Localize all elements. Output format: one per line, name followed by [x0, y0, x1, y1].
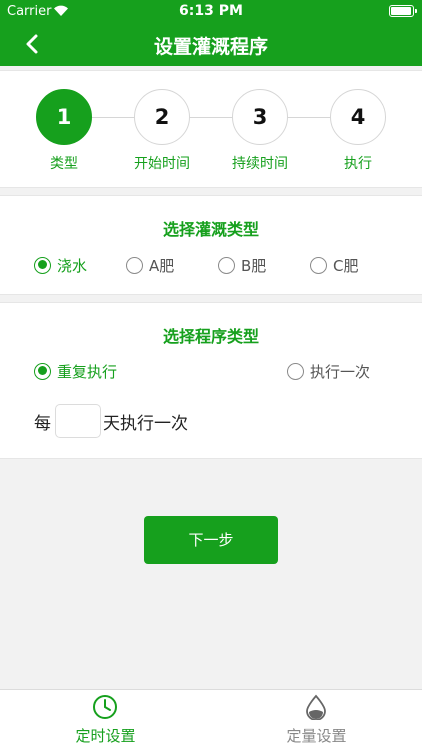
step-indicator: 1 类型 2 开始时间 3 持续时间 4 执行 [0, 70, 422, 188]
step-number: 1 [36, 89, 92, 145]
irrigation-type-title: 选择灌溉类型 [162, 220, 259, 239]
interval-prefix: 每 [34, 413, 51, 434]
option-label: A肥 [149, 256, 175, 275]
tab-quantity-settings[interactable]: 定量设置 [211, 690, 422, 750]
radio-icon [34, 256, 51, 274]
radio-icon [126, 256, 143, 274]
option-label: 浇水 [57, 256, 88, 275]
tab-bar: 定时设置 定量设置 [0, 689, 422, 750]
battery-level [391, 7, 411, 15]
water-drop-icon [306, 694, 326, 720]
program-option-repeat[interactable]: 重复执行 [34, 360, 117, 382]
irrigation-option-c[interactable]: C肥 [310, 254, 358, 276]
irrigation-option-water[interactable]: 浇水 [34, 254, 87, 276]
program-option-once[interactable]: 执行一次 [287, 360, 370, 382]
option-label: 执行一次 [310, 362, 371, 381]
option-label: 重复执行 [57, 362, 118, 381]
program-type-title: 选择程序类型 [162, 327, 259, 346]
step-label: 开始时间 [134, 156, 190, 172]
irrigation-option-b[interactable]: B肥 [218, 254, 266, 276]
navigation-bar: 设置灌溉程序 [0, 22, 422, 66]
radio-icon [287, 362, 304, 380]
radio-icon [310, 256, 327, 274]
tab-timed-settings[interactable]: 定时设置 [0, 690, 211, 750]
page-title: 设置灌溉程序 [153, 36, 268, 58]
step-3: 3 持续时间 [215, 89, 305, 173]
step-4: 4 执行 [313, 89, 403, 173]
option-label: C肥 [333, 256, 359, 275]
step-number: 4 [330, 89, 386, 145]
step-label: 类型 [50, 156, 78, 172]
step-number: 3 [232, 89, 288, 145]
step-label: 持续时间 [232, 156, 288, 172]
interval-days-input[interactable] [55, 404, 101, 438]
irrigation-type-card: 选择灌溉类型 浇水 A肥 B肥 C肥 [0, 195, 422, 295]
step-2: 2 开始时间 [117, 89, 207, 173]
option-label: B肥 [241, 256, 267, 275]
step-number: 2 [134, 89, 190, 145]
battery-icon [389, 5, 417, 17]
radio-icon [34, 362, 51, 380]
next-step-button[interactable]: 下一步 [144, 516, 278, 564]
tab-label: 定量设置 [286, 727, 347, 745]
interval-suffix: 天执行一次 [103, 413, 188, 434]
tab-label: 定时设置 [75, 727, 136, 745]
radio-icon [218, 256, 235, 274]
clock-icon [93, 695, 117, 719]
status-bar: Carrier 6:13 PM [0, 0, 422, 22]
irrigation-option-a[interactable]: A肥 [126, 254, 174, 276]
status-time: 6:13 PM [179, 3, 243, 19]
step-1: 1 类型 [19, 89, 109, 173]
step-label: 执行 [344, 156, 372, 172]
interval-row: 每 天执行一次 [34, 404, 188, 438]
